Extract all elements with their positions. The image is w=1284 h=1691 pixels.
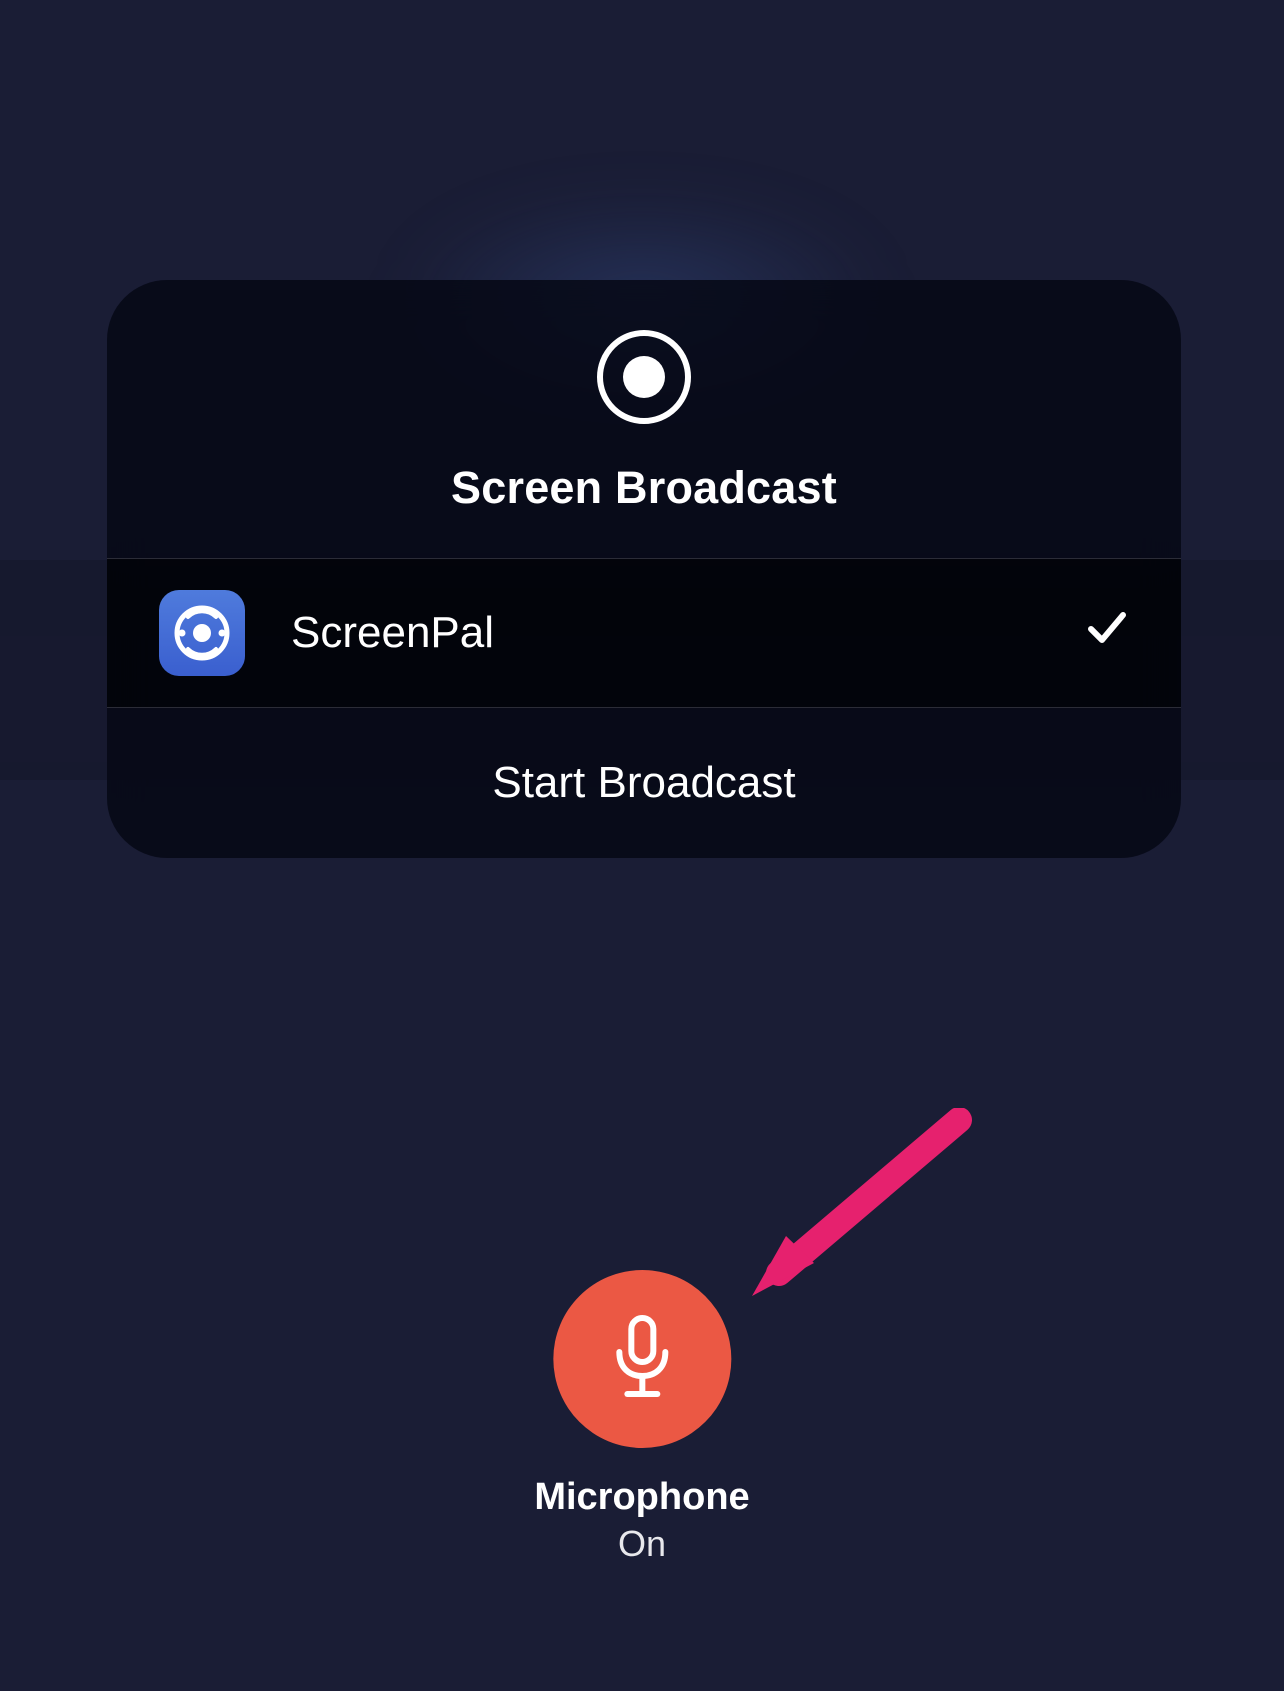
broadcast-panel: Screen Broadcast ScreenPal Start Broadca…: [107, 280, 1181, 858]
panel-header: Screen Broadcast: [107, 280, 1181, 558]
microphone-icon: [607, 1314, 677, 1404]
annotation-arrow: [744, 1108, 984, 1308]
record-icon-dot: [623, 356, 665, 398]
microphone-toggle-button[interactable]: [553, 1270, 731, 1448]
microphone-control: Microphone On: [534, 1270, 749, 1565]
panel-title: Screen Broadcast: [451, 462, 837, 514]
record-icon: [597, 330, 691, 424]
start-broadcast-button[interactable]: Start Broadcast: [107, 708, 1181, 858]
broadcast-app-name: ScreenPal: [291, 608, 1085, 658]
microphone-label: Microphone: [534, 1476, 749, 1519]
microphone-state: On: [618, 1523, 666, 1565]
screenpal-app-icon: [159, 590, 245, 676]
broadcast-app-row[interactable]: ScreenPal: [107, 558, 1181, 708]
checkmark-icon: [1085, 605, 1129, 661]
start-broadcast-label: Start Broadcast: [492, 758, 795, 808]
